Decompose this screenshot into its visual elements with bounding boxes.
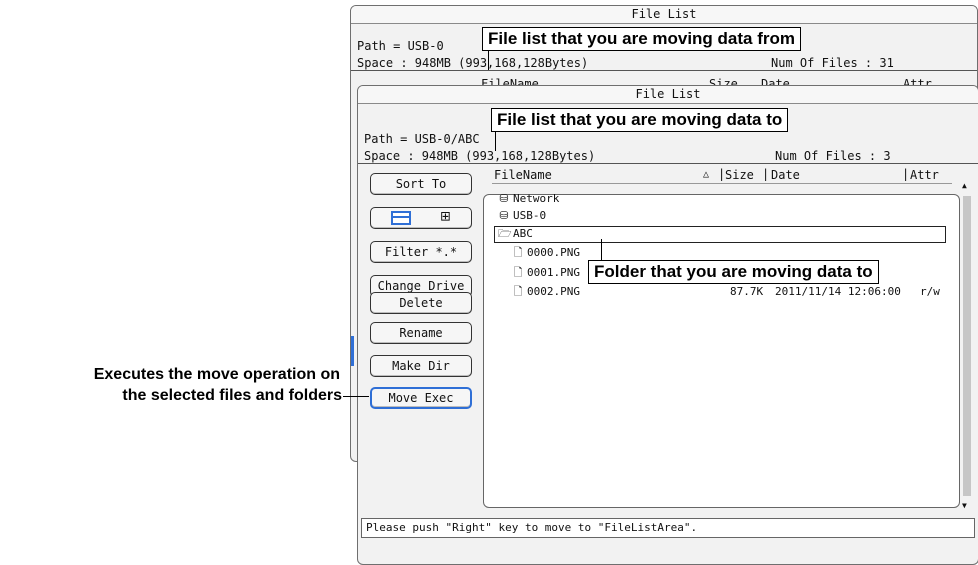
file-row[interactable]: 🗋 0001.PNG [512, 266, 580, 279]
file-icon: 🗋 [513, 285, 523, 298]
tree-item-folder-abc[interactable]: 🗁ABC [498, 227, 533, 240]
file-size: 87.7K [730, 285, 764, 298]
column-header-name[interactable]: FileName [494, 168, 552, 182]
drive-icon: ⛁ [499, 209, 509, 222]
scroll-up-icon[interactable]: ▲ [962, 182, 967, 190]
rename-button[interactable]: Rename [370, 322, 472, 344]
column-header-attr[interactable]: Attr [910, 168, 939, 182]
tree-item-network[interactable]: ⛁ Network [498, 192, 559, 205]
file-date: 2011/11/14 12:06:00 [775, 285, 901, 298]
file-row[interactable]: 🗋 0002.PNG [512, 285, 580, 298]
file-icon: 🗋 [513, 246, 523, 259]
window-title: File List [358, 86, 978, 104]
column-header-size[interactable]: Size [725, 168, 754, 182]
selected-folder-row[interactable] [494, 226, 946, 243]
sort-to-button[interactable]: Sort To [370, 173, 472, 195]
path-label: Path = USB-0/ABC [364, 132, 480, 146]
folder-icon: 🗁 [498, 227, 512, 240]
tree-item-usb[interactable]: ⛁ USB-0 [498, 209, 546, 222]
num-files-label: Num Of Files : 31 [771, 56, 894, 70]
grid-view-icon[interactable]: ⊞ [440, 210, 451, 225]
callout-destination-list: File list that you are moving data to [491, 108, 789, 132]
move-exec-button[interactable]: Move Exec [370, 387, 472, 409]
delete-button[interactable]: Delete [370, 292, 472, 314]
file-attr: r/w [920, 285, 940, 298]
column-header-date[interactable]: Date [771, 168, 800, 182]
space-label: Space : 948MB (993,168,128Bytes) [364, 149, 596, 163]
space-label: Space : 948MB (993,168,128Bytes) [357, 56, 589, 70]
window-title: File List [351, 6, 977, 24]
sort-indicator-icon: △ [703, 169, 710, 180]
scroll-thumb[interactable] [963, 196, 971, 496]
filter-button[interactable]: Filter *.* [370, 241, 472, 263]
status-bar: Please push "Right" key to move to "File… [361, 518, 975, 538]
file-icon: 🗋 [513, 266, 523, 279]
file-list-window-destination: File List Path = USB-0/ABC Space : 948MB… [357, 85, 978, 565]
annotation-move-exec-line1: Executes the move operation on [93, 366, 340, 383]
path-label: Path = USB-0 [357, 39, 444, 53]
callout-destination-folder: Folder that you are moving data to [588, 260, 879, 284]
scrollbar[interactable]: ▲ ▼ [961, 182, 973, 512]
file-row[interactable]: 🗋 0000.PNG [512, 246, 580, 259]
drive-icon: ⛁ [499, 192, 509, 205]
scroll-down-icon[interactable]: ▼ [962, 502, 967, 510]
num-files-label: Num Of Files : 3 [775, 149, 891, 163]
view-toggle-button[interactable]: ⊞ [370, 207, 472, 229]
make-dir-button[interactable]: Make Dir [370, 355, 472, 377]
annotation-move-exec-line2: the selected files and folders [122, 387, 342, 404]
callout-source-list: File list that you are moving data from [482, 27, 801, 51]
list-view-icon[interactable] [390, 210, 411, 225]
